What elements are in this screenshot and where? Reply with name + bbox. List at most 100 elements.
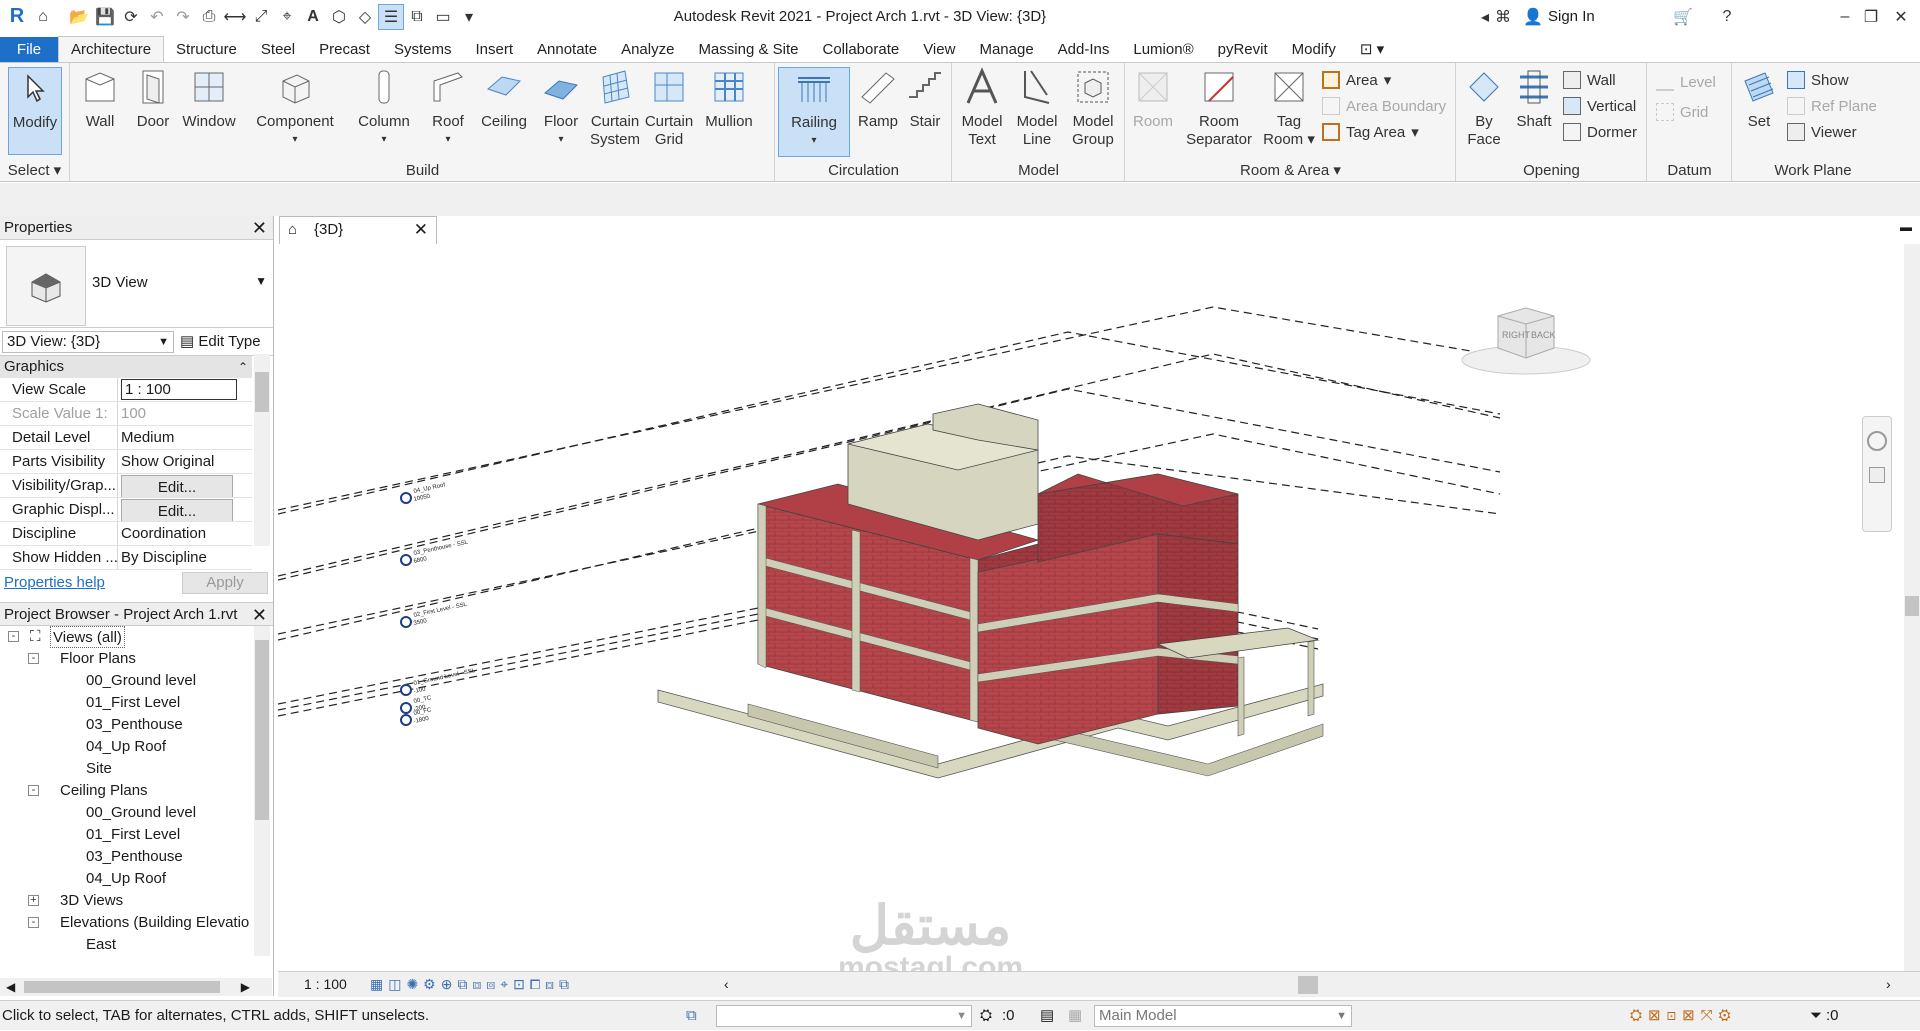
vertical-button[interactable]: Vertical xyxy=(1563,97,1636,115)
tab-systems[interactable]: Systems xyxy=(382,37,464,63)
tree-item[interactable]: 00_Ground level xyxy=(86,670,196,692)
design-options-icon[interactable]: ▤ xyxy=(1040,1001,1054,1031)
grid-button[interactable]: Grid xyxy=(1656,103,1708,121)
user-icon[interactable]: 👤 xyxy=(1520,4,1546,30)
tree-toggle-icon[interactable]: + xyxy=(28,895,39,906)
selection-tools-icons[interactable]: ⛭⊠⊡⊠⤧⚙ xyxy=(1630,1001,1737,1031)
3d-viewport[interactable]: 04_Up Roof 10050 03_Penthouse - SSL 6800 02_… xyxy=(277,244,1920,983)
save-icon[interactable]: 💾 xyxy=(92,4,118,30)
properties-scrollbar[interactable] xyxy=(254,354,270,546)
browser-hscroll[interactable]: ◀ ▶ xyxy=(0,978,272,996)
ref-plane-button[interactable]: Ref Plane xyxy=(1787,97,1877,115)
show-button[interactable]: Show xyxy=(1787,71,1849,89)
tab-structure[interactable]: Structure xyxy=(164,37,249,63)
instance-selector[interactable]: 3D View: {3D} ▼ xyxy=(2,331,174,353)
model-line-button[interactable]: Model Line xyxy=(1009,67,1065,149)
revit-logo-icon[interactable]: R xyxy=(4,4,30,30)
tab-lumion-[interactable]: Lumion® xyxy=(1121,37,1205,63)
close-window-icon[interactable]: ✕ xyxy=(1888,4,1914,30)
ramp-button[interactable]: Ramp xyxy=(854,67,902,131)
customize-qa-icon[interactable]: ▾ xyxy=(456,4,482,30)
tree-item[interactable]: East xyxy=(86,934,116,956)
sync-icon[interactable]: ⟳ xyxy=(118,4,144,30)
tab-pyrevit[interactable]: pyRevit xyxy=(1206,37,1280,63)
project-browser-close-icon[interactable]: ✕ xyxy=(252,603,267,627)
level-name[interactable]: 02_First Level - SSL xyxy=(413,602,468,619)
apply-button[interactable]: Apply xyxy=(182,572,268,594)
section-icon[interactable]: ◇ xyxy=(352,4,378,30)
tab-architecture[interactable]: Architecture xyxy=(58,36,165,63)
level-elevation[interactable]: 3500 xyxy=(413,618,428,627)
tab-precast[interactable]: Precast xyxy=(307,37,382,63)
tab-add-ins[interactable]: Add-Ins xyxy=(1046,37,1122,63)
edit-type-button[interactable]: ▤ Edit Type xyxy=(180,332,261,350)
curtain-system-button[interactable]: Curtain System xyxy=(587,67,643,149)
tab-annotate[interactable]: Annotate xyxy=(525,37,609,63)
property-value[interactable]: By Discipline xyxy=(118,546,250,569)
modify-button[interactable]: Modify xyxy=(8,67,62,155)
shaft-button[interactable]: Shaft xyxy=(1509,67,1559,131)
room-button[interactable]: Room xyxy=(1128,67,1178,131)
dormer-button[interactable]: Dormer xyxy=(1563,123,1637,141)
browser-scrollbar[interactable] xyxy=(254,626,270,956)
property-value[interactable]: Edit... xyxy=(118,498,250,521)
stair-button[interactable]: Stair xyxy=(902,67,948,131)
editable-only-icon[interactable]: ⛭ xyxy=(980,1001,992,1031)
workset-combo[interactable]: ▼ xyxy=(716,1005,972,1027)
tree-toggle-icon[interactable]: - xyxy=(8,631,19,642)
level-button[interactable]: Level xyxy=(1656,73,1716,91)
properties-close-icon[interactable]: ✕ xyxy=(252,216,267,240)
property-value[interactable]: 1 : 100 xyxy=(118,378,250,401)
curtain-grid-button[interactable]: Curtain Grid xyxy=(641,67,697,149)
model-group-button[interactable]: Model Group xyxy=(1065,67,1121,149)
switch-windows-icon[interactable]: ▭ xyxy=(430,4,456,30)
tab-steel[interactable]: Steel xyxy=(249,37,307,63)
edit-button[interactable]: Edit... xyxy=(121,499,233,521)
area-boundary-button[interactable]: Area Boundary xyxy=(1322,97,1446,115)
worksets-icon[interactable]: ⧉ xyxy=(686,1001,697,1031)
mullion-button[interactable]: Mullion xyxy=(699,67,759,131)
wall-button[interactable]: Wall xyxy=(75,67,125,131)
close-hidden-icon[interactable]: ⧉ xyxy=(404,4,430,30)
tab-modify[interactable]: Modify xyxy=(1280,37,1348,63)
viewer-button[interactable]: Viewer xyxy=(1787,123,1857,141)
type-selector[interactable]: 3D View ▼ xyxy=(0,240,273,328)
tab-manage[interactable]: Manage xyxy=(967,37,1045,63)
tree-toggle-icon[interactable]: - xyxy=(28,917,39,928)
tree-item[interactable]: Ceiling Plans xyxy=(60,780,148,802)
view-hscroll-thumb[interactable] xyxy=(1298,976,1318,994)
view-tab-close-icon[interactable]: ✕ xyxy=(414,217,428,243)
print-icon[interactable]: ⎙ xyxy=(196,4,222,30)
room-separator-button[interactable]: Room Separator xyxy=(1178,67,1260,149)
redo-icon[interactable]: ↷ xyxy=(170,4,196,30)
view-vscroll[interactable] xyxy=(1904,244,1920,971)
floor-button[interactable]: Floor ▾ xyxy=(537,67,585,149)
door-button[interactable]: Door xyxy=(131,67,175,131)
column-button[interactable]: Column ▾ xyxy=(351,67,417,149)
level-name[interactable]: 00_TC xyxy=(413,695,433,705)
view-cube[interactable]: RIGHT BACK xyxy=(1456,302,1596,382)
tree-item[interactable]: 01_First Level xyxy=(86,824,180,846)
component-button[interactable]: Component ▾ xyxy=(251,67,339,149)
zoom-icon[interactable] xyxy=(1869,467,1885,483)
tag-area-button[interactable]: Tag Area ▾ xyxy=(1322,123,1419,141)
property-value[interactable]: Medium xyxy=(118,426,250,449)
undo-icon[interactable]: ↶ xyxy=(144,4,170,30)
cart-icon[interactable]: 🛒 xyxy=(1670,4,1696,30)
roof-button[interactable]: Roof ▾ xyxy=(425,67,471,149)
tree-toggle-icon[interactable]: - xyxy=(28,653,39,664)
steering-wheel-icon[interactable] xyxy=(1867,431,1887,451)
3d-view-icon[interactable]: ⬡ xyxy=(326,4,352,30)
text-icon[interactable]: A xyxy=(300,4,326,30)
tab-view[interactable]: View xyxy=(911,37,967,63)
type-dropdown-icon[interactable]: ▼ xyxy=(255,274,267,288)
main-model-combo[interactable]: Main Model ▼ xyxy=(1094,1005,1352,1027)
tree-item[interactable]: 03_Penthouse xyxy=(86,846,183,868)
tree-item[interactable]: Elevations (Building Elevatio xyxy=(60,912,249,934)
view-scale[interactable]: 1 : 100 xyxy=(304,972,347,997)
by-face-button[interactable]: By Face xyxy=(1459,67,1509,149)
view-controls-icons[interactable]: ▦◫✺⚙⊕⧉⧈⧇⌖⊡⧠⧈⧉ xyxy=(370,972,574,997)
edit-button[interactable]: Edit... xyxy=(121,475,233,497)
property-value[interactable]: 100 xyxy=(118,402,250,425)
property-value[interactable]: Show Original xyxy=(118,450,250,473)
